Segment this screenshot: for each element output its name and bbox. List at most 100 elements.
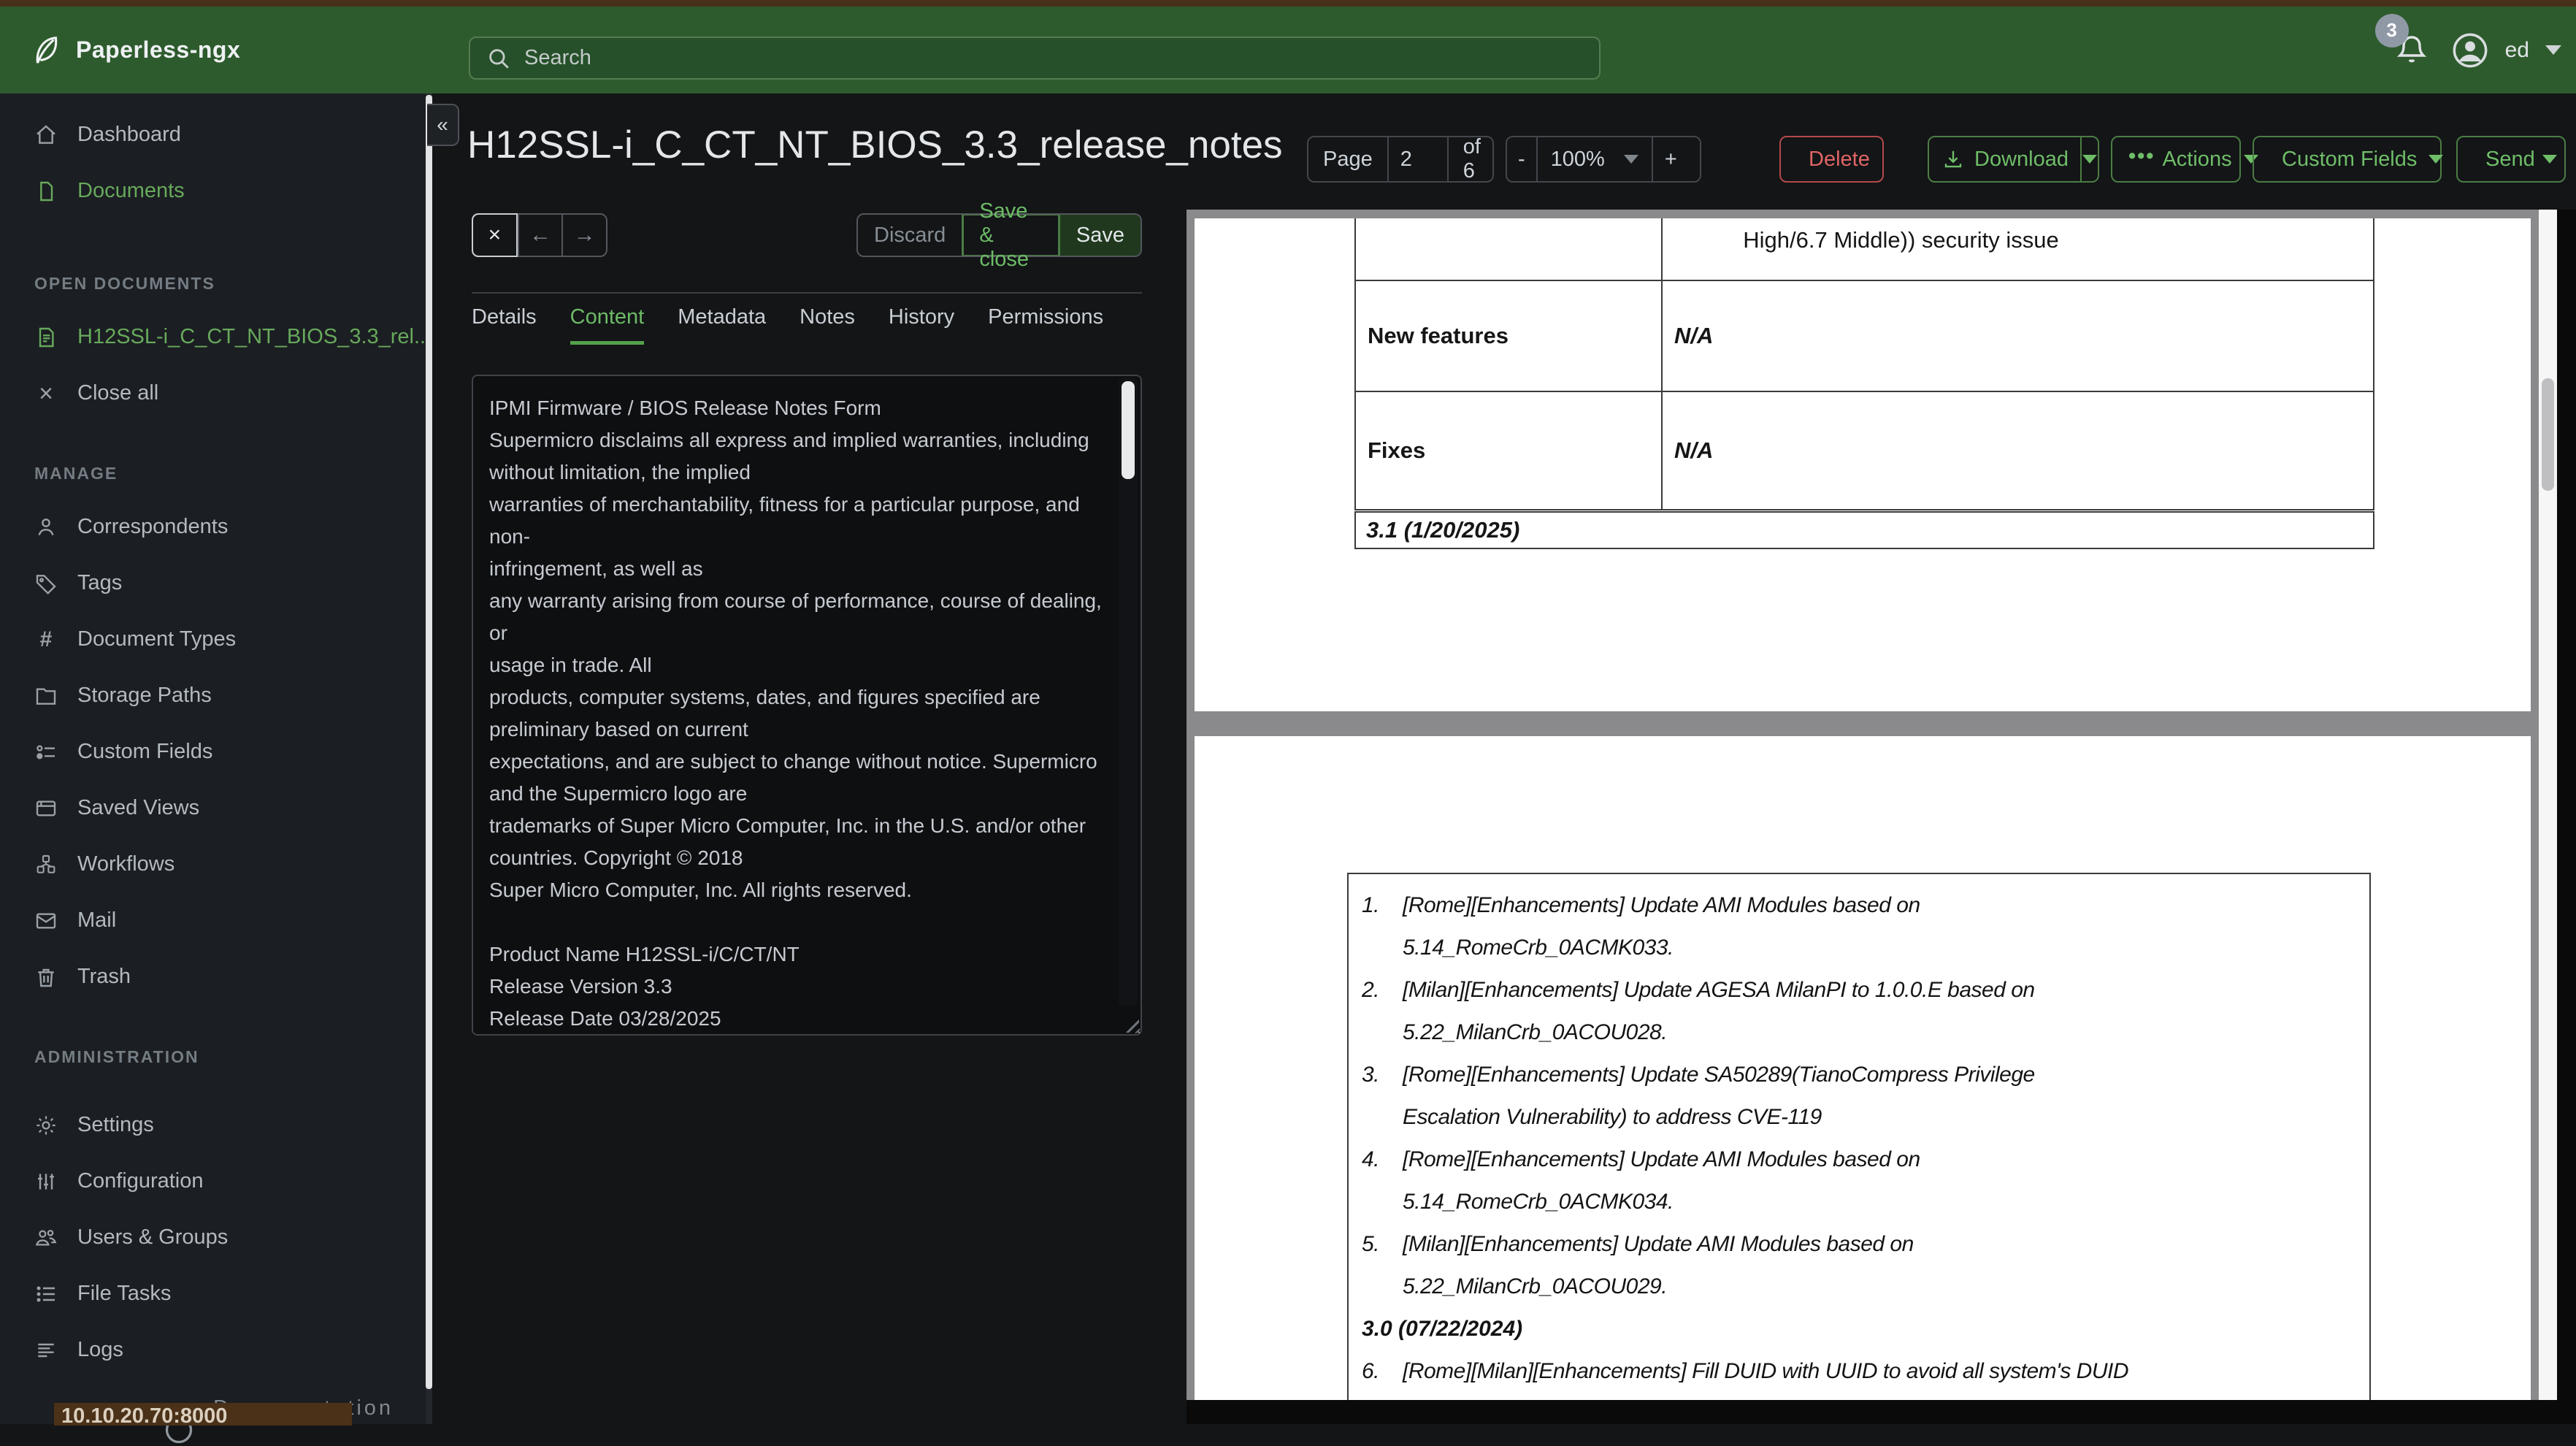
tab-content[interactable]: Content <box>570 305 645 345</box>
home-icon <box>37 124 55 144</box>
notifications-bell[interactable]: 3 <box>2374 13 2429 68</box>
sidebar-item-label: Document Types <box>77 627 237 651</box>
hash-icon: # <box>39 627 53 651</box>
send-button[interactable]: Send <box>2456 136 2566 183</box>
document-title: H12SSL-i_C_CT_NT_BIOS_3.3_release_notes <box>467 123 1283 167</box>
security-issue-text: High/6.7 Middle)) security issue <box>1743 227 2059 253</box>
sidebar-item-storage-paths[interactable]: Storage Paths <box>0 667 426 724</box>
sidebar-item-logs[interactable]: Logs <box>0 1322 426 1378</box>
sidebar-item-workflows[interactable]: Workflows <box>0 836 426 892</box>
row-value: N/A <box>1674 323 1714 348</box>
download-label: Download <box>1974 147 2069 171</box>
preview-bottom-band <box>1187 1400 2557 1424</box>
sidebar-item-correspondents[interactable]: Correspondents <box>0 499 426 555</box>
sidebar-item-label: Settings <box>77 1113 154 1136</box>
sidebar-item-label: Users & Groups <box>77 1225 229 1249</box>
window-top-strip <box>0 0 2576 7</box>
content-textarea[interactable]: IPMI Firmware / BIOS Release Notes Form … <box>472 375 1142 1036</box>
tag-icon <box>36 574 56 594</box>
sidebar-item-document-types[interactable]: # Document Types <box>0 611 426 667</box>
sidebar-open-document[interactable]: H12SSL-i_C_CT_NT_BIOS_3.3_rel... <box>0 309 432 365</box>
sidebar-item-documents[interactable]: Documents <box>0 163 426 219</box>
users-icon <box>35 1229 57 1245</box>
user-menu-caret-icon <box>2545 45 2561 55</box>
username: ed <box>2504 37 2529 62</box>
sidebar-item-dashboard[interactable]: Dashboard <box>0 107 426 163</box>
zoom-out-button[interactable]: - <box>1507 137 1536 181</box>
sidebar-close-all[interactable]: × Close all <box>0 365 426 421</box>
sidebar-item-configuration[interactable]: Configuration <box>0 1153 426 1209</box>
sliders-icon <box>38 1173 54 1190</box>
sidebar-item-saved-views[interactable]: Saved Views <box>0 780 426 836</box>
sidebar-item-label: Logs <box>77 1338 123 1361</box>
sidebar-item-label: Documents <box>77 179 185 202</box>
window-icon <box>36 800 56 816</box>
close-icon: × <box>39 379 53 408</box>
tab-permissions[interactable]: Permissions <box>988 305 1103 345</box>
discard-button[interactable]: Discard <box>858 215 962 256</box>
zoom-in-button[interactable]: + <box>1651 137 1689 181</box>
list-item: 5. [Milan][Enhancements] Update AMI Modu… <box>1362 1232 1914 1298</box>
list-item: 6. [Rome][Milan][Enhancements] Fill DUID… <box>1362 1359 2129 1383</box>
trash-icon <box>38 968 54 987</box>
pdf-scrollbar-thumb[interactable] <box>2542 378 2554 491</box>
app-header: Paperless-ngx 3 ed <box>0 7 2576 93</box>
tab-notes[interactable]: Notes <box>800 305 855 345</box>
pdf-viewer: High/6.7 Middle)) security issue New fea… <box>1187 210 2539 1400</box>
sidebar-item-custom-fields[interactable]: Custom Fields <box>0 724 426 780</box>
caret-down-icon <box>2542 155 2557 164</box>
download-split-button: Download <box>1928 136 2099 183</box>
sidebar-item-mail[interactable]: Mail <box>0 892 426 949</box>
search-input[interactable] <box>523 45 1548 71</box>
tab-history[interactable]: History <box>889 305 954 345</box>
save-button[interactable]: Save <box>1059 215 1141 256</box>
sidebar-item-tags[interactable]: Tags <box>0 555 426 611</box>
page-label: Page <box>1323 147 1373 171</box>
pdf-page-2: 1. [Rome][Enhancements] Update AMI Modul… <box>1195 736 2531 1400</box>
caret-down-icon <box>2429 155 2444 164</box>
next-document-button[interactable]: → <box>561 215 606 256</box>
list-section-header: 3.0 (07/22/2024) <box>1362 1317 1523 1341</box>
editor-tabs: Details Content Metadata Notes History P… <box>472 305 1103 345</box>
list-item: 2. [Milan][Enhancements] Update AGESA Mi… <box>1362 978 2035 1044</box>
actions-button[interactable]: ••• Actions <box>2111 136 2258 183</box>
delete-button[interactable]: Delete <box>1779 136 1884 183</box>
sidebar-collapse-button[interactable]: « <box>427 104 459 146</box>
pdf-release-table: High/6.7 Middle)) security issue New fea… <box>1354 218 2374 510</box>
sidebar-item-label: File Tasks <box>77 1282 172 1305</box>
sidebar-section-open-documents: OPEN DOCUMENTS <box>34 273 215 293</box>
close-document-button[interactable]: × <box>472 213 518 257</box>
ellipsis-icon: ••• <box>2128 144 2155 168</box>
workflows-icon <box>37 854 55 873</box>
editor-divider <box>472 292 1142 294</box>
page-input-cell <box>1387 137 1447 181</box>
search-icon <box>486 46 511 71</box>
previous-document-button[interactable]: ← <box>517 215 562 256</box>
documents-icon <box>40 181 53 201</box>
sidebar-item-settings[interactable]: Settings <box>0 1097 426 1153</box>
sidebar-scrollbar-thumb[interactable] <box>426 95 432 1389</box>
sidebar: Dashboard Documents OPEN DOCUMENTS H12SS… <box>0 93 432 1424</box>
table-row: High/6.7 Middle)) security issue <box>1356 218 2373 281</box>
zoom-level-select[interactable]: 100% <box>1536 137 1652 181</box>
download-button[interactable]: Download <box>1929 148 2080 172</box>
download-dropdown-button[interactable] <box>2079 137 2098 181</box>
app-logo[interactable]: Paperless-ngx <box>29 34 240 67</box>
sidebar-item-users-groups[interactable]: Users & Groups <box>0 1209 426 1266</box>
sidebar-item-label: Custom Fields <box>77 740 213 763</box>
sidebar-item-trash[interactable]: Trash <box>0 949 426 1005</box>
user-menu[interactable]: ed <box>2451 31 2561 69</box>
sidebar-item-label: Tags <box>77 571 123 594</box>
leaf-logo-icon <box>29 34 63 67</box>
version-row: 3.1 (1/20/2025) <box>1354 511 2374 549</box>
custom-fields-button[interactable]: Custom Fields <box>2253 136 2444 183</box>
tab-metadata[interactable]: Metadata <box>678 305 766 345</box>
global-search[interactable] <box>469 37 1601 80</box>
save-and-close-button[interactable]: Save & close <box>962 199 1060 271</box>
custom-fields-label: Custom Fields <box>2282 147 2418 171</box>
sidebar-item-label: Configuration <box>77 1169 204 1193</box>
tab-details[interactable]: Details <box>472 305 537 345</box>
page-number-input[interactable] <box>1398 146 1437 172</box>
sidebar-item-file-tasks[interactable]: File Tasks <box>0 1266 426 1322</box>
table-row: New features N/A <box>1356 281 2373 392</box>
